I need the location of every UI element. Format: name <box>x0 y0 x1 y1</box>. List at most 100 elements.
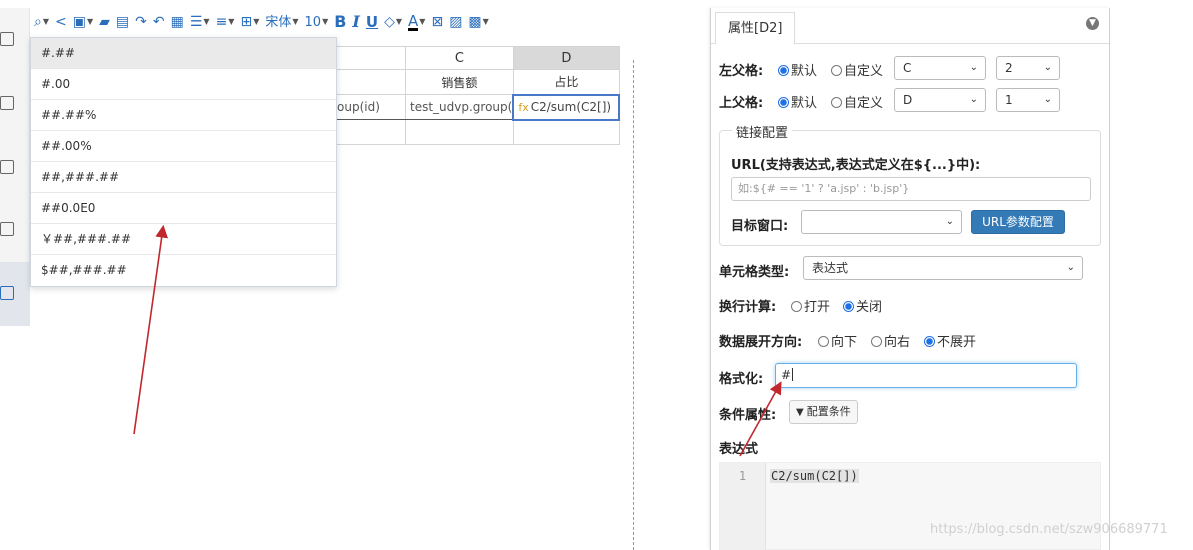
format-option[interactable]: #.00 <box>31 69 336 100</box>
radio-dot <box>924 336 935 347</box>
column-header-d[interactable]: D <box>512 46 620 70</box>
wrap-calc-open-radio[interactable]: 打开 <box>791 296 830 315</box>
table-row: 销售额 占比 <box>336 69 620 95</box>
border-icon[interactable]: ⊞ ▼ <box>240 15 259 29</box>
table-row: oup(id) test_udvp.group( fx C2/sum(C2[]) <box>336 93 621 121</box>
save-icon[interactable]: ▣ ▼ <box>73 15 93 29</box>
condition-label: 条件属性: <box>719 408 777 423</box>
cell-c3[interactable] <box>405 119 514 145</box>
cell-b1[interactable] <box>336 69 406 95</box>
format-option[interactable]: ##.##% <box>31 100 336 131</box>
fill-color-icon[interactable]: ◇ ▼ <box>384 15 402 29</box>
cell-type-select[interactable]: 表达式 ⌄ <box>803 256 1083 280</box>
link-config-legend: 链接配置 <box>732 122 793 141</box>
top-parent-row-select[interactable]: 1 ⌄ <box>996 88 1060 112</box>
column-header-row: C D <box>336 46 620 70</box>
select-value: 1 <box>1005 93 1013 107</box>
valign-icon[interactable]: ☰ ▼ <box>190 15 210 29</box>
chevron-down-icon: ⌄ <box>1043 94 1052 105</box>
font-size-label: 10 <box>304 14 322 30</box>
font-color-button[interactable]: A ▼ <box>408 11 425 31</box>
top-parent-default-radio[interactable]: 默认 <box>778 92 817 111</box>
font-name-select[interactable]: 宋体 ▼ <box>265 16 298 29</box>
bold-button[interactable]: B <box>334 14 346 30</box>
expand-down-radio[interactable]: 向下 <box>818 331 857 350</box>
wrap-calc-close-radio[interactable]: 关闭 <box>843 296 882 315</box>
cell-d2-selected[interactable]: fx C2/sum(C2[]) <box>512 93 621 121</box>
clear-format-icon[interactable]: ⊠ <box>431 15 443 29</box>
cell-d1[interactable]: 占比 <box>512 69 620 95</box>
properties-panel: 属性[D2] ▼ 左父格: 默认 自定义 C ⌄ 2 ⌄ 上父格: 默认 自定义 D… <box>710 8 1110 550</box>
column-header-b[interactable] <box>336 46 406 70</box>
underline-button[interactable]: U <box>366 14 378 30</box>
chevron-down-icon: ⌄ <box>969 62 978 73</box>
format-input[interactable]: # <box>775 363 1077 388</box>
tab-properties[interactable]: 属性[D2] <box>715 12 796 45</box>
merge-icon[interactable]: ▦ <box>171 15 184 29</box>
column-header-c[interactable]: C <box>405 46 514 70</box>
cell-type-label: 单元格类型: <box>719 265 790 280</box>
radio-dot <box>818 336 829 347</box>
target-window-select[interactable]: ⌄ <box>801 210 962 234</box>
configure-condition-button[interactable]: ▼ 配置条件 <box>789 400 858 424</box>
datasource-icon[interactable] <box>0 222 14 236</box>
image-icon[interactable]: ▨ <box>449 15 462 29</box>
sheet-icon[interactable] <box>0 160 14 174</box>
url-input[interactable]: 如:${# == '1' ? 'a.jsp' : 'b.jsp'} <box>731 177 1091 201</box>
format-option[interactable]: ##.00% <box>31 131 336 162</box>
left-parent-column-select[interactable]: C ⌄ <box>894 56 986 80</box>
qrcode-icon[interactable]: ▩ ▼ <box>468 15 488 29</box>
cell-b2[interactable]: oup(id) <box>336 94 406 120</box>
radio-dot <box>871 336 882 347</box>
radio-label: 默认 <box>791 64 818 79</box>
toolbar: ⌕ ▼ < ▣ ▼ ▰ ▤ ↷ ↶ ▦ ☰ ▼ ≡ ▼ ⊞ ▼ 宋体 ▼ 10 ▼ B I U… <box>30 8 710 36</box>
preview-menu-icon[interactable]: ⌕ ▼ <box>34 15 49 29</box>
left-parent-default-radio[interactable]: 默认 <box>778 60 817 79</box>
italic-button[interactable]: I <box>352 14 359 30</box>
radio-dot <box>831 65 842 76</box>
format-label: 格式化: <box>719 372 764 387</box>
url-param-config-button[interactable]: URL参数配置 <box>971 210 1065 234</box>
open-folder-icon[interactable]: ▰ <box>99 15 110 29</box>
align-icon[interactable]: ≡ ▼ <box>216 15 235 29</box>
expand-none-radio[interactable]: 不展开 <box>924 331 976 350</box>
top-parent-column-select[interactable]: D ⌄ <box>894 88 986 112</box>
cell-c2[interactable]: test_udvp.group( <box>405 94 514 120</box>
wrap-calc-label: 换行计算: <box>719 300 777 315</box>
cell-c1[interactable]: 销售额 <box>405 69 514 95</box>
database-icon[interactable] <box>0 96 14 110</box>
format-option[interactable]: #.## <box>31 38 336 69</box>
app-root: ⌕ ▼ < ▣ ▼ ▰ ▤ ↷ ↶ ▦ ☰ ▼ ≡ ▼ ⊞ ▼ 宋体 ▼ 10 ▼ B I U… <box>0 0 1193 550</box>
font-color-glyph: A <box>408 11 419 31</box>
export-icon[interactable]: ▤ <box>116 15 129 29</box>
font-size-select[interactable]: 10 ▼ <box>305 16 329 29</box>
format-option[interactable]: $##,###.## <box>31 255 336 286</box>
chevron-down-icon: ⌄ <box>1066 262 1075 273</box>
top-parent-custom-radio[interactable]: 自定义 <box>831 92 883 111</box>
format-option[interactable]: ##,###.## <box>31 162 336 193</box>
left-parent-custom-radio[interactable]: 自定义 <box>831 60 883 79</box>
radio-label: 默认 <box>791 96 818 111</box>
radio-label: 打开 <box>804 300 831 315</box>
preview-icon[interactable] <box>0 32 14 46</box>
radio-dot <box>778 65 789 76</box>
left-parent-row-select[interactable]: 2 ⌄ <box>996 56 1060 80</box>
redo-icon[interactable]: ↷ <box>135 15 147 29</box>
expand-right-radio[interactable]: 向右 <box>871 331 910 350</box>
cell-d3[interactable] <box>512 119 620 145</box>
collapse-icon[interactable]: ▼ <box>1086 17 1099 30</box>
expression-code: C2/sum(C2[]) <box>770 469 859 483</box>
select-value: 表达式 <box>812 261 849 275</box>
radio-label: 向右 <box>884 335 911 350</box>
left-parent-label: 左父格: <box>719 64 764 79</box>
active-nav-item[interactable] <box>0 262 30 326</box>
share-icon[interactable]: < <box>55 15 67 29</box>
radio-label: 关闭 <box>856 300 883 315</box>
format-option[interactable]: ￥##,###.## <box>31 224 336 255</box>
url-label: URL(支持表达式,表达式定义在${...}中): <box>731 158 981 173</box>
undo-icon[interactable]: ↶ <box>153 15 165 29</box>
spreadsheet-grid: C D 销售额 占比 oup(id) test_udvp.group( fx C2… <box>336 46 621 145</box>
format-option[interactable]: ##0.0E0 <box>31 193 336 224</box>
cell-b3[interactable] <box>336 119 406 145</box>
chevron-down-icon: ⌄ <box>945 216 954 227</box>
